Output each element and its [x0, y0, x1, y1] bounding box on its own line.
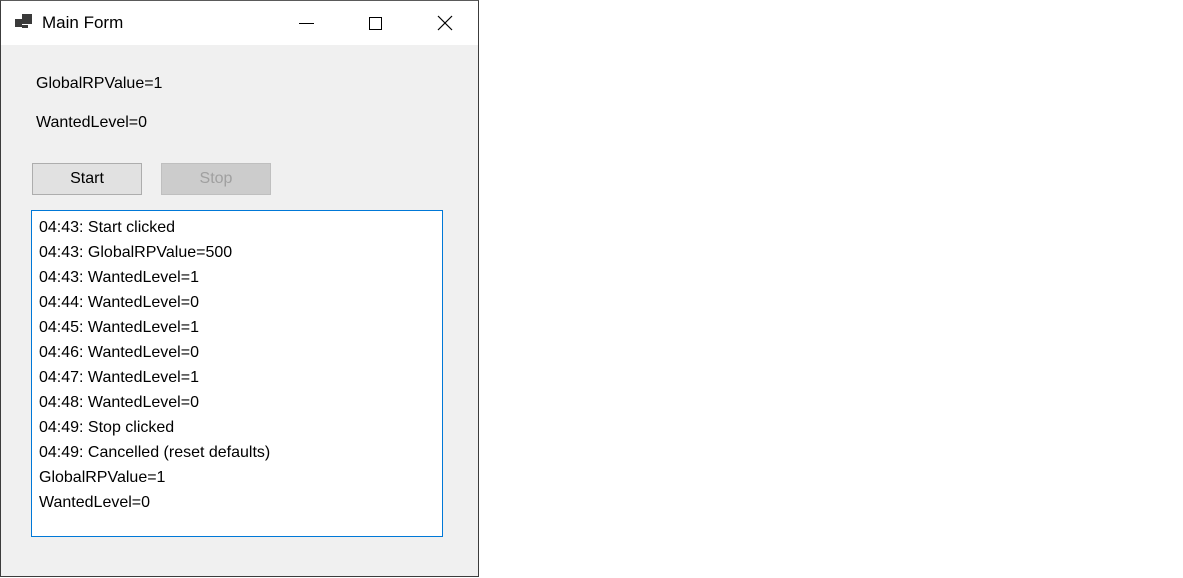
log-textbox[interactable]: 04:43: Start clicked 04:43: GlobalRPValue… [31, 210, 443, 537]
close-icon [437, 15, 453, 31]
stop-button[interactable]: Stop [161, 163, 271, 195]
log-line: 04:45: WantedLevel=1 [39, 319, 199, 336]
maximize-button[interactable] [352, 1, 398, 45]
main-form-window: Main Form GlobalRPValue=1 WantedLevel=0 … [0, 0, 479, 577]
global-rp-value-label: GlobalRPValue=1 [36, 75, 163, 92]
minimize-icon [298, 22, 314, 24]
log-line: 04:48: WantedLevel=0 [39, 394, 199, 411]
close-button[interactable] [422, 1, 468, 45]
window-title: Main Form [42, 13, 124, 32]
log-line: WantedLevel=0 [39, 494, 151, 511]
app-icon [15, 14, 33, 30]
log-line: GlobalRPValue=1 [39, 469, 166, 486]
title-bar[interactable]: Main Form [1, 1, 478, 45]
maximize-icon [368, 16, 382, 30]
log-line: 04:43: Start clicked [39, 219, 176, 236]
wanted-level-label: WantedLevel=0 [36, 114, 148, 131]
log-line: 04:44: WantedLevel=0 [39, 294, 199, 311]
log-line: 04:46: WantedLevel=0 [39, 344, 199, 361]
log-line: 04:49: Stop clicked [39, 419, 175, 436]
log-line: 04:49: Cancelled (reset defaults) [39, 444, 271, 461]
start-button[interactable]: Start [32, 163, 142, 195]
minimize-button[interactable] [283, 1, 329, 45]
log-line: 04:43: WantedLevel=1 [39, 269, 199, 286]
log-line: 04:47: WantedLevel=1 [39, 369, 199, 386]
log-line: 04:43: GlobalRPValue=500 [39, 244, 233, 261]
